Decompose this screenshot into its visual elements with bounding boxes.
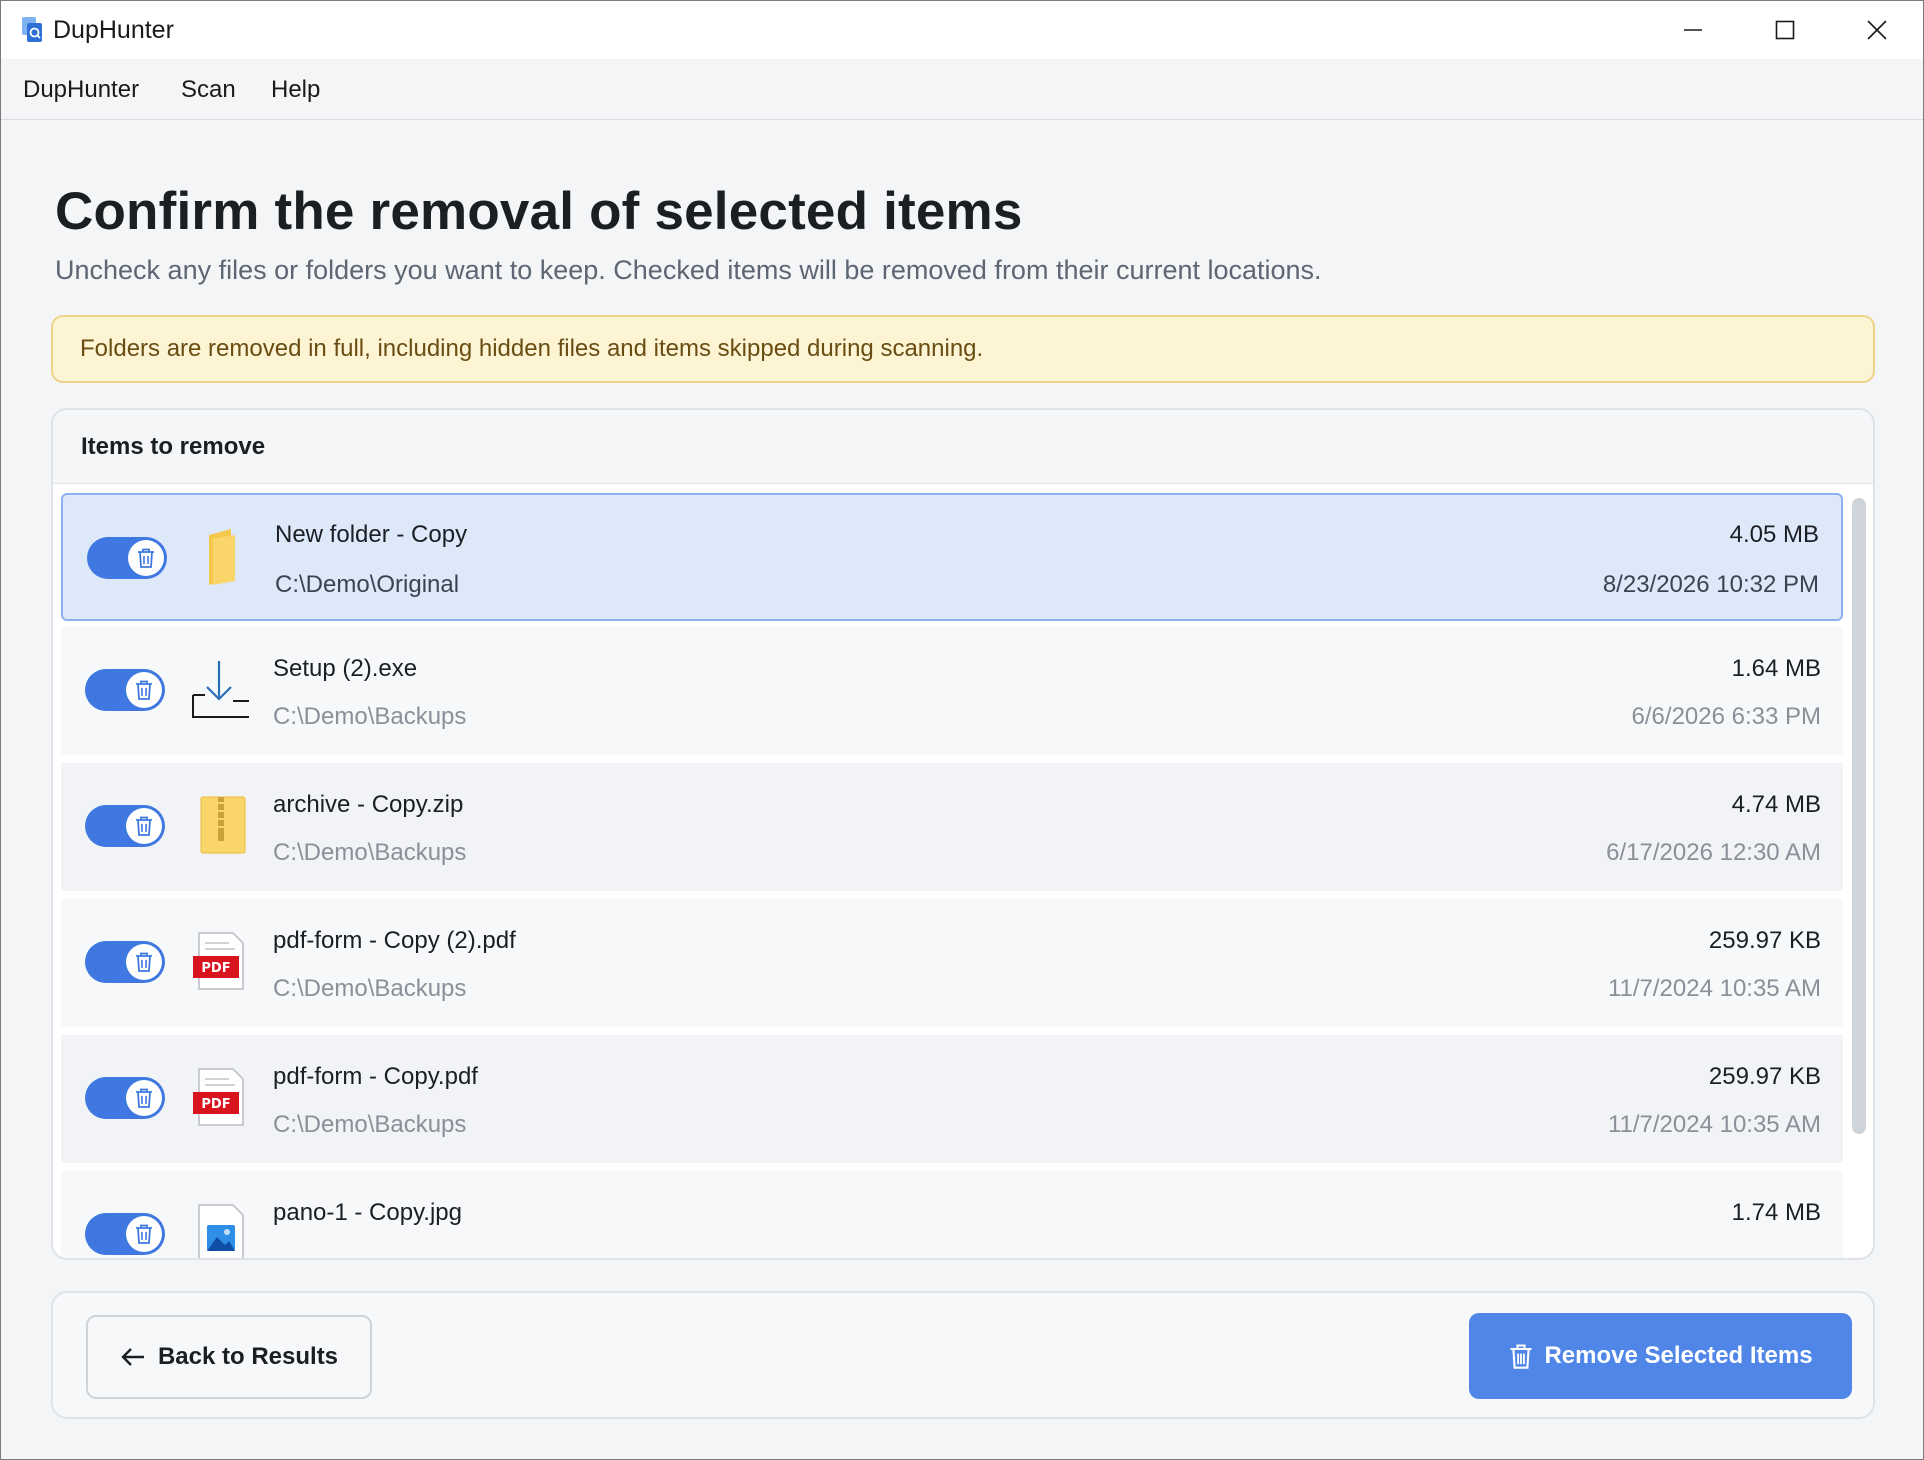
item-size: 4.74 MB: [1731, 791, 1821, 818]
item-path: C:\Demo\Backups: [273, 1111, 467, 1138]
trash-icon: [1510, 1344, 1532, 1369]
warning-banner: Folders are removed in full, including h…: [51, 315, 1875, 383]
folder-icon: [209, 529, 235, 585]
pdf-icon: PDF: [193, 932, 244, 990]
svg-text:PDF: PDF: [201, 961, 230, 976]
items-panel: Items to remove New folder - Copy C:\Dem…: [51, 408, 1875, 1260]
item-size: 1.64 MB: [1731, 655, 1821, 682]
list-item-pano-jpg[interactable]: pano-1 - Copy.jpg 1.74 MB: [61, 1171, 1843, 1258]
panel-title: Items to remove: [81, 432, 266, 460]
back-button-label: Back to Results: [157, 1343, 339, 1370]
trash-icon: [136, 1088, 152, 1108]
trash-icon: [136, 1224, 152, 1244]
close-button[interactable]: [1831, 1, 1923, 59]
item-size: 259.97 KB: [1708, 927, 1821, 954]
app-logo-icon: [22, 17, 42, 42]
toggle-knob: [126, 672, 162, 708]
item-path: C:\Demo\Backups: [273, 975, 467, 1002]
image-icon: [198, 1204, 244, 1258]
minimize-button[interactable]: [1647, 1, 1739, 59]
toggle-knob: [126, 1216, 162, 1252]
list-item-archive-zip[interactable]: archive - Copy.zip C:\Demo\Backups 4.74 …: [61, 763, 1843, 891]
list-item-setup-exe[interactable]: Setup (2).exe C:\Demo\Backups 1.64 MB 6/…: [61, 627, 1843, 755]
remove-toggle[interactable]: [85, 805, 165, 847]
arrow-left-icon: [121, 1348, 144, 1366]
item-path: C:\Demo\Backups: [273, 839, 467, 866]
toggle-knob: [126, 1080, 162, 1116]
item-name: New folder - Copy: [275, 521, 468, 548]
close-icon: [1867, 20, 1887, 40]
menu-scan[interactable]: Scan: [181, 76, 236, 104]
remove-toggle[interactable]: [85, 1213, 165, 1255]
scrollbar-thumb[interactable]: [1852, 498, 1866, 1134]
page-subtitle: Uncheck any files or folders you want to…: [55, 255, 1322, 285]
item-size: 4.05 MB: [1729, 521, 1819, 548]
item-name: Setup (2).exe: [273, 655, 418, 682]
item-name: archive - Copy.zip: [273, 791, 464, 818]
maximize-icon: [1775, 20, 1795, 40]
warning-text: Folders are removed in full, including h…: [80, 335, 984, 362]
toggle-knob: [126, 808, 162, 844]
item-name: pdf-form - Copy (2).pdf: [273, 927, 516, 954]
maximize-button[interactable]: [1739, 1, 1831, 59]
minimize-icon: [1684, 29, 1702, 31]
item-date: 11/7/2024 10:35 AM: [1607, 1111, 1821, 1138]
item-date: 6/17/2026 12:30 AM: [1606, 839, 1821, 866]
panel-header: Items to remove: [53, 410, 1873, 484]
trash-icon: [138, 548, 154, 568]
installer-icon: [192, 661, 249, 718]
title-bar[interactable]: DupHunter: [1, 1, 1923, 59]
items-list[interactable]: New folder - Copy C:\Demo\Original 4.05 …: [61, 493, 1847, 1258]
menu-help[interactable]: Help: [271, 76, 320, 104]
remove-toggle[interactable]: [85, 941, 165, 983]
page-title: Confirm the removal of selected items: [55, 182, 1023, 241]
list-item-new-folder-copy[interactable]: New folder - Copy C:\Demo\Original 4.05 …: [61, 493, 1843, 621]
trash-icon: [136, 816, 152, 836]
item-name: pano-1 - Copy.jpg: [273, 1199, 462, 1226]
remove-toggle[interactable]: [85, 669, 165, 711]
remove-selected-button[interactable]: Remove Selected Items: [1469, 1313, 1852, 1399]
remove-button-label: Remove Selected Items: [1544, 1342, 1813, 1369]
item-date: 11/7/2024 10:35 AM: [1607, 975, 1821, 1002]
item-size: 1.74 MB: [1731, 1199, 1821, 1226]
window-title: DupHunter: [53, 16, 174, 44]
item-path: C:\Demo\Original: [275, 571, 460, 598]
trash-icon: [136, 952, 152, 972]
toggle-knob: [128, 540, 164, 576]
item-date: 6/6/2026 6:33 PM: [1631, 703, 1821, 730]
menu-duphunter[interactable]: DupHunter: [23, 76, 139, 104]
list-item-pdf-form-copy-2[interactable]: PDF pdf-form - Copy (2).pdf C:\Demo\Back…: [61, 899, 1843, 1027]
remove-toggle[interactable]: [87, 537, 167, 579]
back-to-results-button[interactable]: Back to Results: [86, 1315, 372, 1399]
item-name: pdf-form - Copy.pdf: [273, 1063, 478, 1090]
item-date: 8/23/2026 10:32 PM: [1602, 571, 1819, 598]
item-size: 259.97 KB: [1708, 1063, 1821, 1090]
list-item-pdf-form-copy[interactable]: PDF pdf-form - Copy.pdf C:\Demo\Backups …: [61, 1035, 1843, 1163]
svg-text:PDF: PDF: [201, 1097, 230, 1112]
remove-toggle[interactable]: [85, 1077, 165, 1119]
footer-bar: Back to Results Remove Selected Items: [51, 1291, 1875, 1419]
list-scrollbar[interactable]: [1847, 488, 1871, 1258]
zip-folder-icon: [200, 796, 246, 854]
app-window: DupHunter DupHunter Scan Help Confirm th…: [0, 0, 1924, 1460]
pdf-icon: PDF: [193, 1068, 244, 1126]
trash-icon: [136, 680, 152, 700]
item-path: C:\Demo\Backups: [273, 703, 467, 730]
menu-bar: DupHunter Scan Help: [1, 59, 1923, 120]
toggle-knob: [126, 944, 162, 980]
